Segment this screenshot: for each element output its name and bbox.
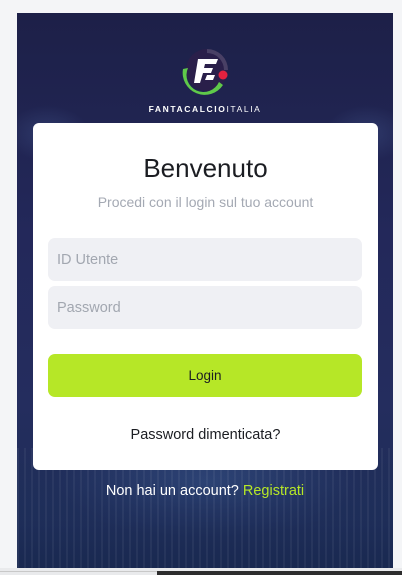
login-button[interactable]: Login [48,354,362,397]
left-gutter [0,0,17,575]
password-field[interactable] [48,286,362,329]
signup-row: Non hai un account? Registrati [17,483,393,499]
page-subtitle: Procedi con il login sul tuo account [97,194,314,210]
signup-prompt: Non hai un account? [105,483,243,499]
brand-wordmark: FANTACALCIOITALIA [17,104,393,114]
login-screen: FANTACALCIOITALIA Benvenuto Procedi con … [17,13,393,568]
scrollbar-thumb[interactable] [157,571,402,575]
login-card: Benvenuto Procedi con il login sul tuo a… [33,123,378,470]
right-gutter [393,0,402,575]
scrollbar-track [0,571,157,572]
forgot-password-link[interactable]: Password dimenticata? [33,427,378,443]
signup-link[interactable]: Registrati [243,483,304,499]
brand-name-light: ITALIA [226,104,262,114]
username-field[interactable] [48,238,362,281]
brand-name-bold: FANTACALCIO [148,104,227,114]
page-title: Benvenuto [143,153,268,183]
fantacalcio-logo-icon [182,49,228,95]
